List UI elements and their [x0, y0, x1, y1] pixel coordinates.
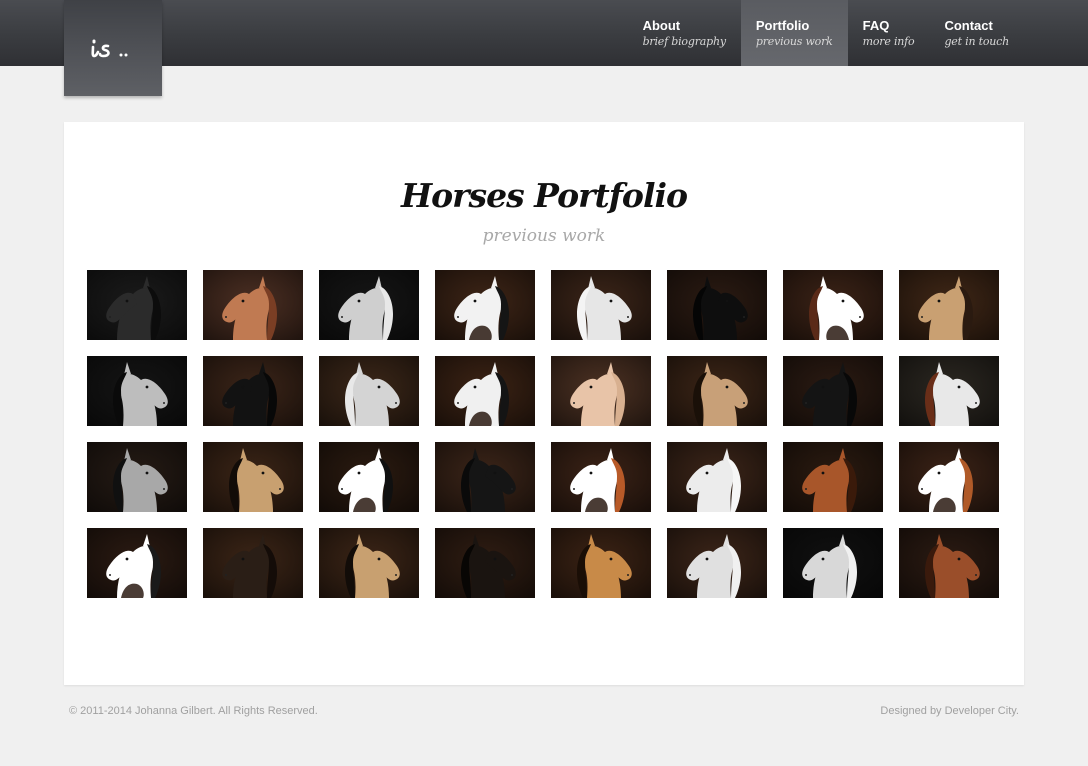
gallery-thumbnail[interactable] — [899, 356, 999, 426]
nav-item-subtitle: more info — [862, 35, 915, 48]
gallery-thumbnail[interactable] — [551, 270, 651, 340]
gallery-thumbnail[interactable] — [667, 270, 767, 340]
gallery-thumbnail[interactable] — [87, 356, 187, 426]
horse-photo — [203, 356, 303, 426]
header-bar: About brief biography Portfolio previous… — [0, 0, 1088, 96]
gallery-thumbnail[interactable] — [899, 528, 999, 598]
gallery-thumbnail[interactable] — [203, 528, 303, 598]
nav-item-subtitle: get in touch — [944, 35, 1009, 48]
nav-item-faq[interactable]: FAQ more info — [848, 0, 930, 66]
footer-credit[interactable]: Designed by Developer City. — [880, 705, 1019, 717]
gallery-thumbnail[interactable] — [899, 442, 999, 512]
horse-photo — [667, 356, 767, 426]
gallery-thumbnail[interactable] — [435, 356, 535, 426]
gallery-thumbnail[interactable] — [551, 356, 651, 426]
gallery-thumbnail[interactable] — [899, 270, 999, 340]
gallery-thumbnail[interactable] — [319, 528, 419, 598]
horse-photo — [783, 528, 883, 598]
horse-photo — [87, 270, 187, 340]
photo-gallery — [87, 270, 999, 598]
nav-item-subtitle: brief biography — [642, 35, 726, 48]
gallery-thumbnail[interactable] — [435, 442, 535, 512]
horse-photo — [319, 356, 419, 426]
horse-photo — [435, 442, 535, 512]
gallery-thumbnail[interactable] — [319, 442, 419, 512]
horse-photo — [783, 442, 883, 512]
gallery-thumbnail[interactable] — [87, 270, 187, 340]
gallery-thumbnail[interactable] — [319, 356, 419, 426]
gallery-thumbnail[interactable] — [203, 442, 303, 512]
gallery-thumbnail[interactable] — [203, 270, 303, 340]
horse-photo — [203, 270, 303, 340]
horse-photo — [551, 270, 651, 340]
horse-photo — [319, 270, 419, 340]
gallery-thumbnail[interactable] — [87, 528, 187, 598]
horse-photo — [435, 356, 535, 426]
horse-photo — [551, 356, 651, 426]
footer-copyright: © 2011-2014 Johanna Gilbert. All Rights … — [69, 705, 318, 717]
horse-photo — [551, 528, 651, 598]
nav-item-title: Contact — [944, 18, 993, 33]
gallery-thumbnail[interactable] — [783, 356, 883, 426]
horse-photo — [87, 528, 187, 598]
horse-photo — [667, 528, 767, 598]
nav-item-title: About — [642, 18, 681, 33]
horse-photo — [899, 442, 999, 512]
script-monogram-logo — [91, 39, 128, 58]
nav-item-title: FAQ — [862, 18, 890, 33]
horse-photo — [899, 528, 999, 598]
gallery-thumbnail[interactable] — [783, 442, 883, 512]
nav-item-about[interactable]: About brief biography — [628, 0, 741, 66]
horse-photo — [435, 270, 535, 340]
horse-photo — [319, 442, 419, 512]
horse-photo — [551, 442, 651, 512]
horse-photo — [203, 442, 303, 512]
horse-photo — [667, 442, 767, 512]
gallery-thumbnail[interactable] — [203, 356, 303, 426]
gallery-thumbnail[interactable] — [551, 528, 651, 598]
gallery-thumbnail[interactable] — [667, 442, 767, 512]
horse-photo — [667, 270, 767, 340]
horse-photo — [87, 356, 187, 426]
site-logo[interactable] — [64, 0, 162, 96]
horse-photo — [435, 528, 535, 598]
horse-photo — [783, 356, 883, 426]
gallery-thumbnail[interactable] — [667, 528, 767, 598]
gallery-thumbnail[interactable] — [551, 442, 651, 512]
main-nav: About brief biography Portfolio previous… — [628, 0, 1024, 66]
page-title: Horses Portfolio — [400, 176, 688, 215]
horse-photo — [899, 356, 999, 426]
nav-item-portfolio[interactable]: Portfolio previous work — [740, 0, 848, 66]
nav-item-contact[interactable]: Contact get in touch — [929, 0, 1024, 66]
gallery-thumbnail[interactable] — [783, 528, 883, 598]
horse-photo — [783, 270, 883, 340]
nav-item-subtitle: previous work — [755, 35, 833, 48]
horse-photo — [319, 528, 419, 598]
gallery-thumbnail[interactable] — [435, 528, 535, 598]
nav-item-title: Portfolio — [755, 18, 810, 33]
horse-photo — [203, 528, 303, 598]
gallery-thumbnail[interactable] — [783, 270, 883, 340]
gallery-thumbnail[interactable] — [435, 270, 535, 340]
gallery-thumbnail[interactable] — [87, 442, 187, 512]
gallery-thumbnail[interactable] — [319, 270, 419, 340]
horse-photo — [899, 270, 999, 340]
page-subtitle: previous work — [482, 226, 606, 246]
horse-photo — [87, 442, 187, 512]
gallery-thumbnail[interactable] — [667, 356, 767, 426]
content-panel: Horses Portfolio previous work — [64, 122, 1024, 685]
